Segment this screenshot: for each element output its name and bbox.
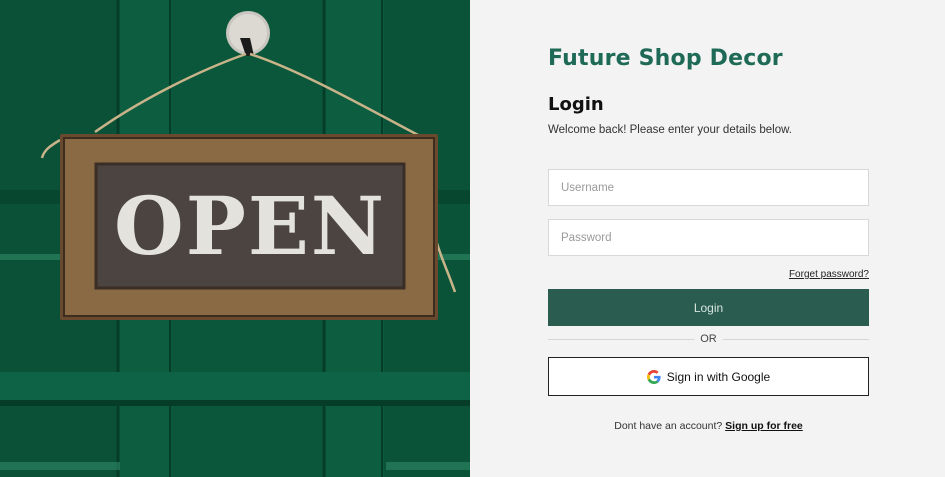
password-input[interactable]	[548, 219, 869, 256]
signup-link[interactable]: Sign up for free	[725, 420, 803, 432]
or-divider: OR	[548, 332, 869, 346]
username-input[interactable]	[548, 169, 869, 206]
google-signin-button[interactable]: Sign in with Google	[548, 357, 869, 396]
google-g-icon	[646, 369, 661, 384]
signup-row: Dont have an account? Sign up for free	[548, 420, 869, 432]
forgot-password-link[interactable]: Forget password?	[789, 269, 869, 280]
google-button-label: Sign in with Google	[666, 369, 771, 384]
login-button[interactable]: Login	[548, 289, 869, 326]
login-panel: Future Shop Decor Login Welcome back! Pl…	[470, 0, 945, 477]
page-subtitle: Welcome back! Please enter your details …	[548, 124, 792, 136]
hero-image: OPEN	[0, 0, 470, 477]
page-title: Login	[548, 94, 604, 115]
brand-logo: Future Shop Decor	[548, 46, 783, 71]
or-label: OR	[694, 332, 723, 346]
sign-text: OPEN	[114, 179, 386, 273]
signup-prompt: Dont have an account?	[614, 420, 723, 432]
